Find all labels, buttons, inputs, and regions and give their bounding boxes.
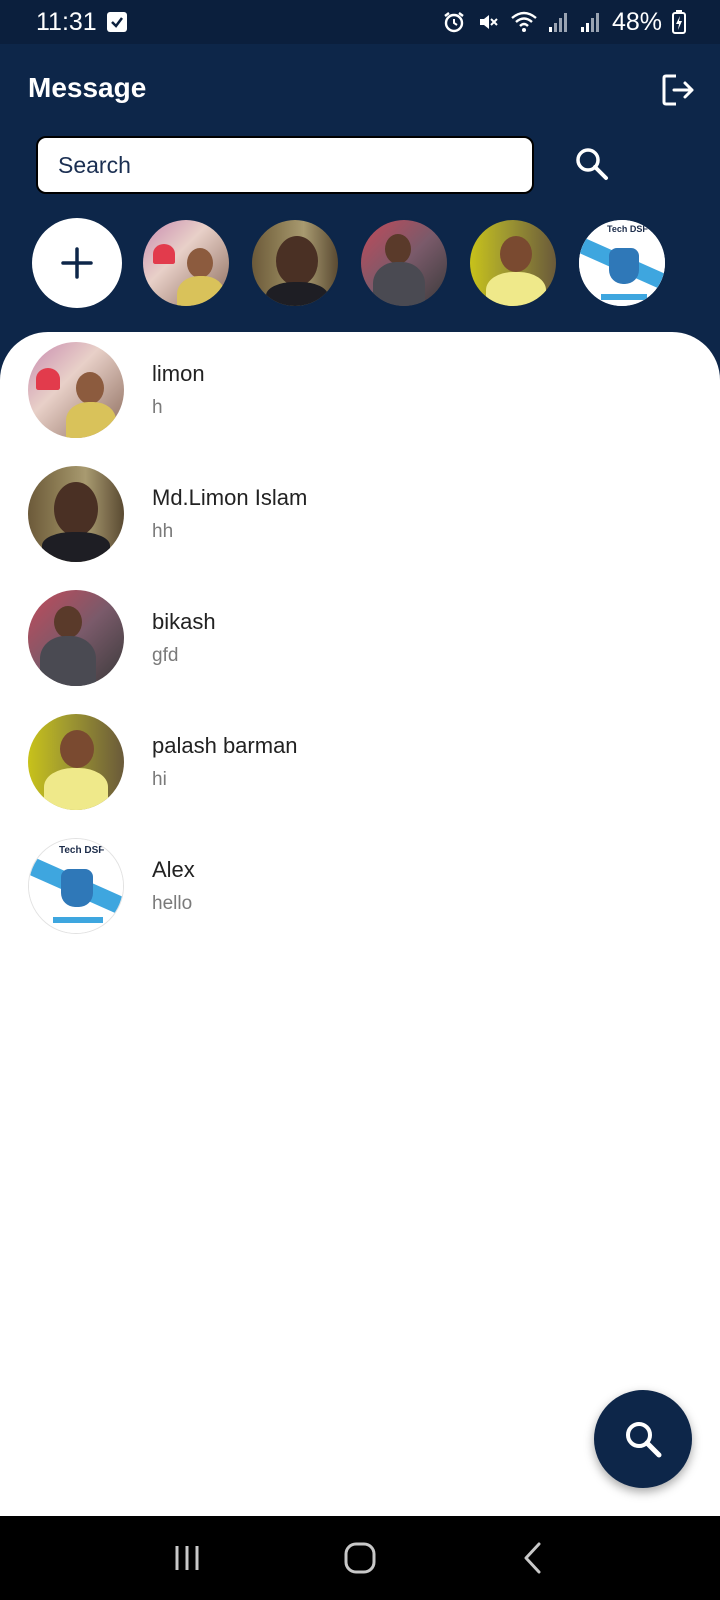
battery-charging-icon [672, 10, 686, 34]
chat-text: limon h [152, 361, 205, 419]
chat-last-message: hi [152, 769, 167, 790]
avatar: Tech DSF [28, 838, 124, 934]
add-story-button[interactable] [32, 218, 122, 308]
story-avatar-limon[interactable] [141, 218, 231, 308]
home-icon [344, 1542, 376, 1574]
chat-text: Alex hello [152, 857, 195, 915]
battery-percent: 48% [611, 7, 662, 36]
fab-search-button[interactable] [594, 1390, 692, 1488]
chat-item-palash-barman[interactable]: palash barman hi [28, 714, 688, 810]
search-input[interactable] [58, 151, 512, 179]
chat-text: Md.Limon Islam hh [152, 485, 307, 543]
home-button[interactable] [330, 1528, 390, 1588]
wifi-icon [510, 10, 538, 34]
header: Message Search Tech DSF [0, 44, 720, 344]
chat-name: Alex [152, 857, 195, 882]
avatar [28, 342, 124, 438]
status-left: 11:31 [36, 8, 127, 37]
plus-icon [61, 247, 93, 279]
story-avatar-alex[interactable]: Tech DSF [577, 218, 667, 308]
signal-icon-2 [580, 11, 602, 33]
chat-last-message: hello [152, 893, 193, 914]
chat-text: palash barman hi [152, 733, 298, 791]
page-title: Message [28, 72, 147, 103]
story-avatar-palash-barman[interactable] [468, 218, 558, 308]
mute-icon [476, 10, 500, 34]
story-logo-text: Tech DSF [607, 224, 648, 234]
avatar [28, 466, 124, 562]
chat-last-message: h [152, 397, 163, 418]
avatar [28, 590, 124, 686]
chat-name: Md.Limon Islam [152, 485, 308, 510]
checklist-icon [106, 12, 127, 32]
search-field[interactable] [36, 136, 534, 194]
chat-name: limon [152, 361, 205, 386]
recents-icon [175, 1546, 199, 1570]
status-right: 48% [442, 8, 686, 37]
chat-item-md-limon-islam[interactable]: Md.Limon Islam hh [28, 466, 688, 562]
chat-item-bikash[interactable]: bikash gfd [28, 590, 688, 686]
status-bar: 11:31 48% [0, 0, 720, 44]
chat-text: bikash gfd [152, 609, 216, 667]
logout-icon [662, 74, 694, 106]
signal-icon-1 [548, 11, 570, 33]
avatar [28, 714, 124, 810]
chat-last-message: gfd [152, 645, 179, 666]
search-button[interactable] [570, 142, 614, 186]
chat-item-alex[interactable]: Tech DSF Alex hello [28, 838, 688, 934]
chat-list: limon h Md.Limon Islam hh bikash gfd pal… [0, 332, 720, 1516]
stories-row: Tech DSF [32, 218, 667, 308]
story-avatar-md-limon-islam[interactable] [250, 218, 340, 308]
alarm-icon [442, 10, 466, 34]
search-icon [576, 148, 608, 180]
chat-item-limon[interactable]: limon h [28, 342, 688, 438]
chat-last-message: hh [152, 521, 174, 542]
chat-logo-text: Tech DSF [59, 845, 105, 856]
recents-button[interactable] [157, 1528, 217, 1588]
system-nav-bar [0, 1516, 720, 1600]
status-time: 11:31 [36, 7, 97, 36]
chat-name: palash barman [152, 733, 298, 758]
back-icon [524, 1542, 541, 1574]
search-icon [626, 1422, 662, 1458]
story-avatar-bikash[interactable] [359, 218, 449, 308]
back-button[interactable] [503, 1528, 563, 1588]
logout-button[interactable] [656, 68, 700, 112]
chat-name: bikash [152, 609, 216, 634]
